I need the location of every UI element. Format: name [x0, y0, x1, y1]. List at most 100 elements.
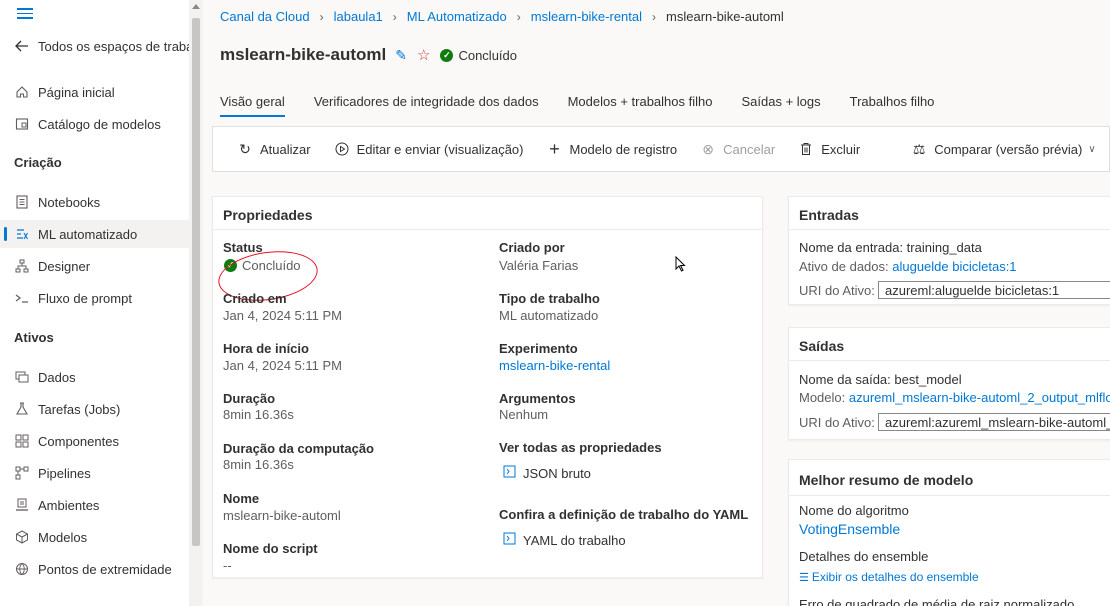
- breadcrumb-link-workspace-group[interactable]: Canal da Cloud: [220, 9, 310, 24]
- sidebar-item-automl[interactable]: ML automatizado: [0, 220, 189, 248]
- experiment-link[interactable]: mslearn-bike-rental: [499, 358, 610, 373]
- list-icon: ☰: [799, 571, 809, 584]
- compare-dropdown-button[interactable]: ⚖ Comparar (versão prévia) ∨: [911, 140, 1096, 158]
- tab-overview[interactable]: Visão geral: [220, 94, 285, 117]
- check-circle-icon: ✓: [224, 259, 237, 272]
- back-to-workspaces[interactable]: Todos os espaços de trabal: [0, 32, 189, 60]
- sidebar-item-models[interactable]: Modelos: [0, 523, 189, 551]
- refresh-button[interactable]: ↻ Atualizar: [237, 141, 310, 158]
- card-title: Entradas: [789, 197, 1110, 230]
- trash-icon: [798, 142, 814, 156]
- compute-duration-label: Duração da computação: [223, 441, 374, 456]
- mouse-cursor-icon: [675, 255, 686, 275]
- algorithm-label: Nome do algoritmo: [799, 503, 909, 518]
- cancel-label: Cancelar: [723, 141, 776, 157]
- chevron-down-icon: ∨: [1088, 143, 1096, 155]
- arguments-label: Argumentos: [499, 391, 576, 406]
- outputs-card: Saídas Nome da saída: best_model Modelo:…: [788, 327, 1110, 440]
- algorithm-link[interactable]: VotingEnsemble: [799, 521, 900, 537]
- sidebar-item-environments[interactable]: Ambientes: [0, 491, 189, 519]
- experiment-label: Experimento: [499, 341, 578, 356]
- input-name: Nome da entrada: training_data: [799, 240, 982, 255]
- scroll-up-arrow-icon[interactable]: [192, 4, 200, 9]
- sidebar-item-designer[interactable]: Designer: [0, 252, 189, 280]
- yaml-file-icon: [503, 532, 516, 548]
- favorite-star-icon[interactable]: ☆: [417, 46, 430, 64]
- ensemble-details-label: Detalhes do ensemble: [799, 549, 929, 564]
- command-bar: ↻ Atualizar Editar e enviar (visualizaçã…: [212, 126, 1110, 172]
- hamburger-menu-icon[interactable]: [17, 8, 33, 20]
- created-by-label: Criado por: [499, 240, 565, 255]
- raw-json-link[interactable]: JSON bruto: [503, 465, 591, 481]
- edit-submit-label: Editar e enviar (visualização): [356, 141, 524, 157]
- edit-submit-button[interactable]: Editar e enviar (visualização): [334, 141, 524, 157]
- delete-button[interactable]: Excluir: [798, 142, 860, 157]
- input-uri-label: URI do Ativo:: [799, 283, 875, 298]
- page-title: mslearn-bike-automl: [220, 45, 387, 64]
- sidebar-item-prompt-flow[interactable]: Fluxo de prompt: [0, 284, 189, 312]
- created-on-label: Criado em: [223, 291, 287, 306]
- back-label: Todos os espaços de trabal: [38, 38, 189, 54]
- output-uri-label: URI do Ativo:: [799, 415, 875, 430]
- section-heading-criacao: Criação: [14, 155, 62, 170]
- sidebar-item-components[interactable]: Componentes: [0, 427, 189, 455]
- page-header: mslearn-bike-automl ✎ ☆ ✓ Concluído: [220, 45, 517, 65]
- ensemble-details-link[interactable]: ☰ Exibir os detalhes do ensemble: [799, 570, 979, 584]
- name-label: Nome: [223, 491, 260, 506]
- tab-data-guardrails[interactable]: Verificadores de integridade dos dados: [314, 94, 539, 117]
- sidebar-scrollbar[interactable]: [189, 0, 203, 606]
- data-asset-link[interactable]: aluguelde bicicletas:1: [892, 259, 1016, 274]
- output-name: Nome da saída: best_model: [799, 372, 962, 387]
- sidebar-item-label: ML automatizado: [38, 226, 138, 242]
- edit-pencil-icon[interactable]: ✎: [395, 47, 407, 64]
- arrow-left-icon: [14, 38, 30, 54]
- main-content: Canal da Cloud › labaula1 › ML Automatiz…: [203, 0, 1110, 606]
- breadcrumb-link-workspace[interactable]: labaula1: [334, 9, 383, 24]
- chevron-right-icon: ›: [319, 9, 324, 24]
- breadcrumb: Canal da Cloud › labaula1 › ML Automatiz…: [220, 9, 784, 24]
- script-name-label: Nome do script: [223, 541, 318, 556]
- tab-outputs-logs[interactable]: Saídas + logs: [741, 94, 820, 117]
- created-on-value: Jan 4, 2024 5:11 PM: [223, 308, 343, 323]
- tab-child-jobs[interactable]: Trabalhos filho: [850, 94, 935, 117]
- left-nav: Todos os espaços de trabal Página inicia…: [0, 0, 203, 606]
- sidebar-item-jobs[interactable]: Tarefas (Jobs): [0, 395, 189, 423]
- card-title: Propriedades: [213, 197, 762, 230]
- yaml-job-link[interactable]: YAML do trabalho: [503, 532, 626, 548]
- sidebar-item-pipelines[interactable]: Pipelines: [0, 459, 189, 487]
- compare-scale-icon: ⚖: [912, 140, 926, 157]
- sidebar-item-model-catalog[interactable]: Catálogo de modelos: [0, 110, 189, 138]
- plus-icon: +: [549, 138, 560, 159]
- sidebar-item-label: Dados: [38, 369, 76, 385]
- start-time-value: Jan 4, 2024 5:11 PM: [223, 358, 343, 373]
- input-uri-field[interactable]: azureml:aluguelde bicicletas:1: [878, 281, 1110, 299]
- sidebar-item-data[interactable]: Dados: [0, 363, 189, 391]
- sidebar-item-label: Ambientes: [38, 497, 100, 513]
- sidebar-item-home[interactable]: Página inicial: [0, 78, 189, 106]
- breadcrumb-current: mslearn-bike-automl: [666, 9, 784, 24]
- section-heading-ativos: Ativos: [14, 330, 54, 345]
- cancel-circle-icon: ⊗: [702, 140, 715, 157]
- play-circle-icon: [334, 142, 350, 156]
- environments-icon: [14, 497, 30, 513]
- sidebar-item-notebooks[interactable]: Notebooks: [0, 188, 189, 216]
- script-name-value: --: [223, 558, 232, 573]
- sidebar-item-endpoints[interactable]: Pontos de extremidade: [0, 555, 189, 583]
- tab-models-child-jobs[interactable]: Modelos + trabalhos filho: [568, 94, 713, 117]
- output-uri-field[interactable]: azureml:azureml_mslearn-bike-automl_2_: [878, 413, 1110, 431]
- scrollbar-thumb[interactable]: [192, 18, 200, 546]
- output-model-link[interactable]: azureml_mslearn-bike-automl_2_output_mlf…: [849, 390, 1110, 405]
- cancel-button[interactable]: ⊗ Cancelar: [700, 141, 775, 158]
- start-time-label: Hora de início: [223, 341, 309, 356]
- home-icon: [14, 84, 30, 100]
- data-icon: [14, 369, 30, 385]
- catalog-icon: [14, 116, 30, 132]
- duration-label: Duração: [223, 391, 276, 406]
- sidebar-item-label: Fluxo de prompt: [38, 290, 132, 306]
- breadcrumb-link-experiment[interactable]: mslearn-bike-rental: [531, 9, 642, 24]
- register-model-button[interactable]: + Modelo de registro: [546, 139, 677, 160]
- breadcrumb-link-automl[interactable]: ML Automatizado: [407, 9, 507, 24]
- raw-json-label: JSON bruto: [523, 465, 591, 481]
- sidebar-item-label: Tarefas (Jobs): [38, 401, 121, 417]
- check-circle-icon: ✓: [440, 48, 454, 62]
